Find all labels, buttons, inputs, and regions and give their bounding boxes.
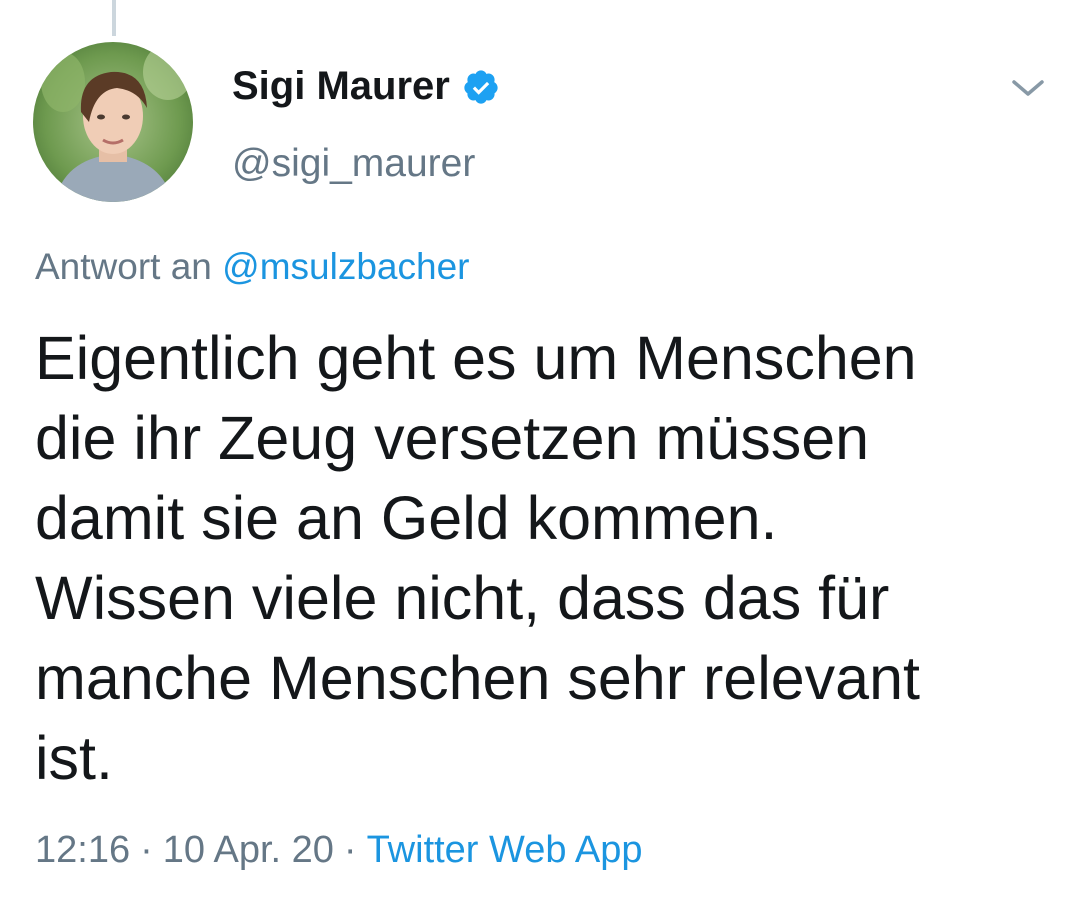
avatar[interactable]: [33, 42, 193, 202]
meta-separator: ·: [140, 829, 153, 871]
chevron-down-icon[interactable]: [1006, 72, 1050, 104]
reply-prefix: Antwort an: [35, 246, 212, 287]
author-name[interactable]: Sigi Maurer: [232, 64, 500, 109]
tweet-text: Eigentlich geht es um Menschen die ihr Z…: [35, 324, 920, 792]
author-name-text[interactable]: Sigi Maurer: [232, 64, 450, 109]
author-handle[interactable]: @sigi_maurer: [232, 142, 475, 186]
tweet-meta: 12:16 · 10 Apr. 20 · Twitter Web App: [35, 829, 643, 872]
reply-context: Antwort an @msulzbacher: [35, 246, 469, 288]
tweet-source-link[interactable]: Twitter Web App: [367, 829, 643, 871]
thread-connector-line: [112, 0, 116, 36]
verified-badge-icon: [462, 68, 500, 106]
tweet-time[interactable]: 12:16: [35, 829, 130, 871]
reply-mention-link[interactable]: @msulzbacher: [222, 246, 469, 287]
meta-separator: ·: [343, 829, 357, 871]
tweet-date[interactable]: 10 Apr. 20: [163, 829, 334, 871]
